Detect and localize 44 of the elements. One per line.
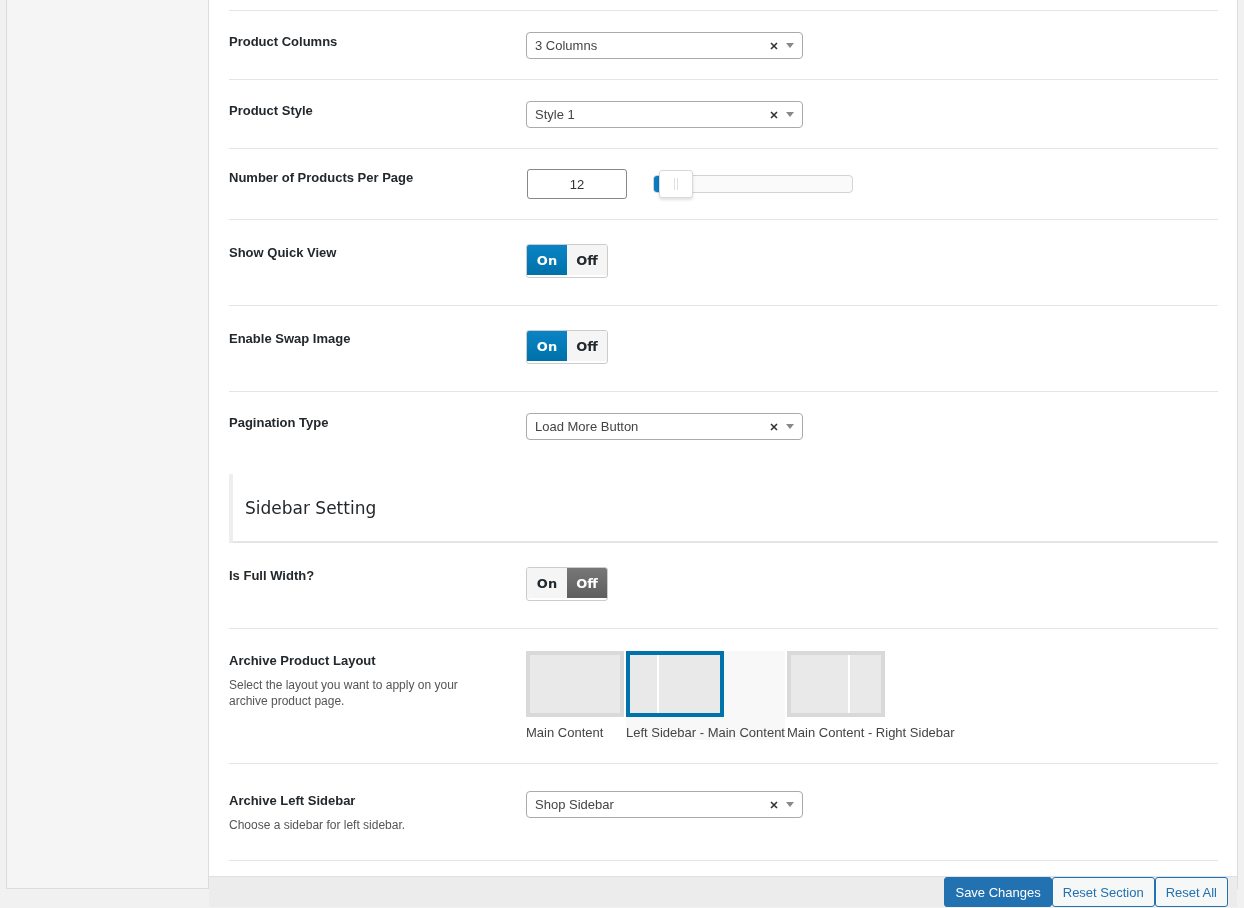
footer-button[interactable]: Reset Section (1051, 877, 1155, 907)
setting-label: Archive Left Sidebar (229, 793, 357, 809)
select-field[interactable]: Load More Button (526, 413, 803, 440)
select-field[interactable]: 3 Columns (526, 32, 803, 59)
off-button[interactable]: Off (567, 331, 607, 361)
setting-description: Select the layout you want to apply on your archive product page. (229, 677, 459, 709)
toggle-switch[interactable]: On Off (526, 244, 608, 278)
layout-option[interactable]: Main Content (526, 651, 624, 740)
setting-label: Show Quick View (229, 245, 338, 261)
toggle-switch[interactable]: On Off (526, 567, 608, 601)
on-button[interactable]: On (527, 331, 567, 361)
off-button[interactable]: Off (567, 568, 607, 598)
select-field[interactable]: Shop Sidebar (526, 791, 803, 818)
clear-icon[interactable] (770, 41, 778, 50)
setting-label: Number of Products Per Page (229, 170, 415, 186)
layout-icon (787, 651, 885, 717)
clear-icon[interactable] (770, 422, 778, 431)
select-field[interactable]: Style 1 (526, 101, 803, 128)
caret-icon (786, 424, 794, 429)
toggle-switch[interactable]: On Off (526, 330, 608, 364)
setting-label: Is Full Width? (229, 568, 316, 584)
section-title: Sidebar Setting (245, 498, 377, 518)
layout-icon (526, 651, 624, 717)
caret-icon (786, 112, 794, 117)
number-input[interactable]: 12 (527, 169, 627, 199)
on-button[interactable]: On (527, 568, 567, 598)
footer-button[interactable]: Reset All (1154, 877, 1228, 907)
layout-option[interactable]: Left Sidebar - Main Content (626, 651, 785, 740)
caret-icon (786, 43, 794, 48)
slider-handle[interactable] (658, 170, 693, 198)
setting-label: Product Style (229, 103, 314, 119)
caret-icon (786, 802, 794, 807)
clear-icon[interactable] (770, 800, 778, 809)
layout-icon (626, 651, 724, 717)
setting-description: Choose a sidebar for left sidebar. (229, 817, 407, 833)
setting-label: Pagination Type (229, 415, 330, 431)
footer-button[interactable]: Save Changes (944, 877, 1052, 907)
on-button[interactable]: On (527, 245, 567, 275)
layout-option[interactable]: Main Content - Right Sidebar (787, 651, 955, 740)
setting-label: Archive Product Layout (229, 653, 377, 669)
setting-label: Product Columns (229, 34, 339, 50)
clear-icon[interactable] (770, 110, 778, 119)
setting-label: Enable Swap Image (229, 331, 352, 347)
off-button[interactable]: Off (567, 245, 607, 275)
